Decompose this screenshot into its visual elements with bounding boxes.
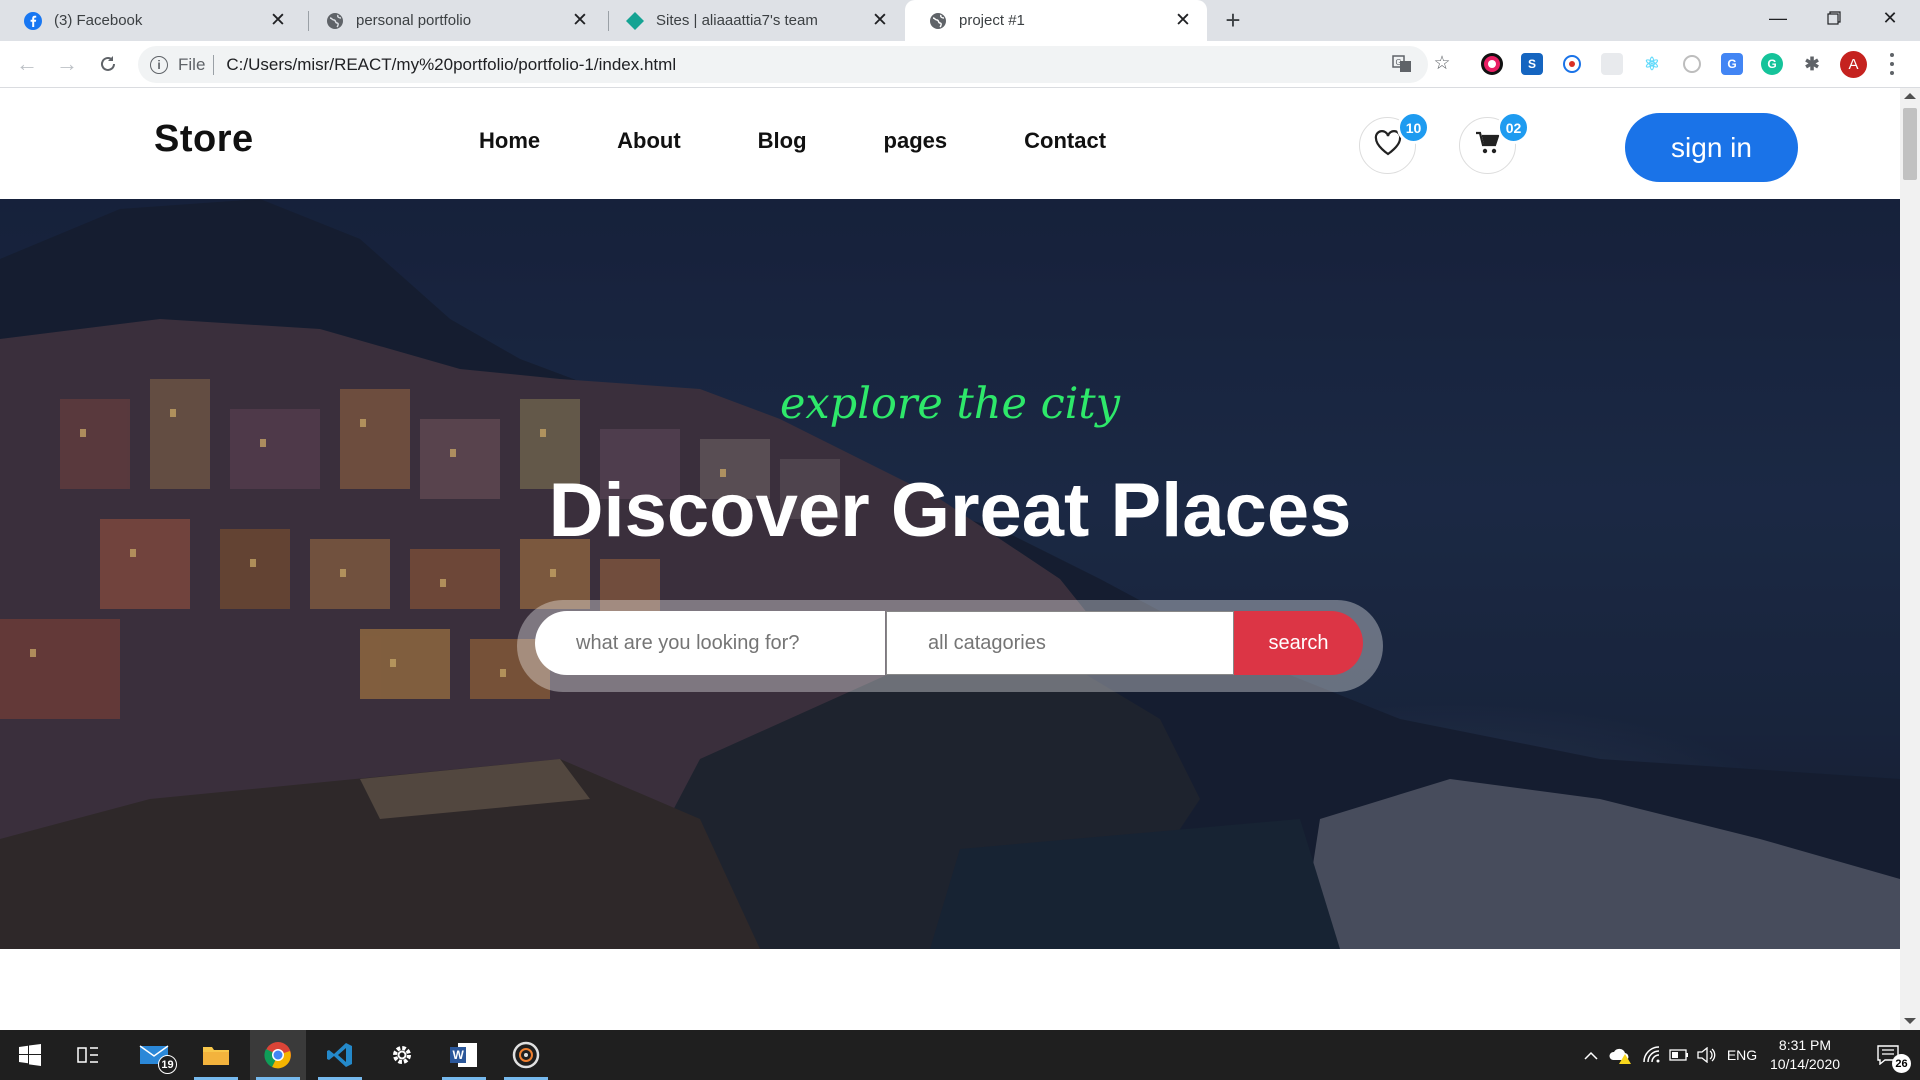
tab-project-1[interactable]: project #1 ✕ xyxy=(905,0,1207,41)
extensions-puzzle-icon[interactable]: ✱ xyxy=(1801,53,1823,75)
info-icon[interactable]: i xyxy=(150,55,168,74)
extension-blank-icon[interactable] xyxy=(1601,53,1623,75)
extension-circle-icon[interactable] xyxy=(1561,53,1583,75)
scroll-down-icon[interactable] xyxy=(1904,1018,1916,1024)
task-view-icon[interactable] xyxy=(60,1030,116,1080)
cart-count-badge: 02 xyxy=(1497,111,1530,144)
grammarly-icon[interactable]: G xyxy=(1761,53,1783,75)
page-scrollbar[interactable] xyxy=(1900,88,1920,1030)
site-header: Store Home About Blog pages Contact 10 0… xyxy=(0,88,1900,199)
url-scheme: File xyxy=(178,54,206,74)
chrome-taskbar-icon[interactable] xyxy=(250,1030,306,1080)
url-divider xyxy=(213,54,215,75)
extension-s-icon[interactable]: S xyxy=(1521,53,1543,75)
show-hidden-icons-icon[interactable] xyxy=(1578,1030,1604,1080)
minimize-icon[interactable]: — xyxy=(1750,0,1806,36)
close-tab-icon[interactable]: ✕ xyxy=(268,10,288,31)
nav-about[interactable]: About xyxy=(617,128,681,154)
obs-recorder-icon[interactable] xyxy=(498,1030,554,1080)
close-window-icon[interactable]: ✕ xyxy=(1862,0,1918,36)
windows-start-icon[interactable] xyxy=(0,1030,60,1080)
tab-title: (3) Facebook xyxy=(54,12,143,29)
nav-contact[interactable]: Contact xyxy=(1024,128,1106,154)
forward-arrow-icon[interactable]: → xyxy=(52,49,82,79)
windows-taskbar: 19 W ENG 8:31 PM 10/14/2020 26 xyxy=(0,1030,1920,1080)
shopping-cart-icon xyxy=(1475,131,1501,160)
notification-count-badge: 26 xyxy=(1892,1054,1911,1073)
search-input[interactable]: what are you looking for? xyxy=(535,611,885,675)
google-translate-extension-icon[interactable]: G xyxy=(1721,53,1743,75)
translate-icon[interactable]: G xyxy=(1391,53,1413,75)
vscode-icon[interactable] xyxy=(312,1030,368,1080)
svg-text:G: G xyxy=(1396,58,1402,67)
extension-clock-icon[interactable] xyxy=(1681,53,1703,75)
mail-icon[interactable]: 19 xyxy=(126,1030,182,1080)
netlify-icon xyxy=(626,11,644,30)
hero-headline: Discover Great Places xyxy=(548,468,1352,553)
scrollbar-thumb[interactable] xyxy=(1903,108,1917,180)
tab-facebook[interactable]: (3) Facebook ✕ xyxy=(0,0,302,41)
clock-date: 10/14/2020 xyxy=(1769,1056,1841,1072)
mail-count-badge: 19 xyxy=(158,1055,177,1074)
extension-color-icon[interactable] xyxy=(1481,53,1503,75)
tab-title: personal portfolio xyxy=(356,12,472,29)
clock-time: 8:31 PM xyxy=(1778,1037,1832,1053)
hero-tagline: explore the city xyxy=(779,379,1121,429)
tab-title: Sites | aliaaattia7's team xyxy=(656,12,818,29)
file-explorer-icon[interactable] xyxy=(188,1030,244,1080)
settings-gear-icon[interactable] xyxy=(374,1030,430,1080)
close-tab-icon[interactable]: ✕ xyxy=(1173,10,1193,31)
word-icon[interactable]: W xyxy=(436,1030,492,1080)
sign-in-button[interactable]: sign in xyxy=(1625,113,1798,182)
nav-blog[interactable]: Blog xyxy=(758,128,807,154)
chrome-menu-icon[interactable] xyxy=(1886,51,1898,77)
profile-avatar[interactable]: A xyxy=(1840,51,1867,78)
back-arrow-icon[interactable]: ← xyxy=(12,49,42,79)
onedrive-warning-icon[interactable] xyxy=(1606,1030,1636,1080)
heart-icon xyxy=(1374,130,1402,161)
tab-personal-portfolio[interactable]: personal portfolio ✕ xyxy=(302,0,604,41)
hero-overlay xyxy=(0,199,1900,949)
input-language[interactable]: ENG xyxy=(1722,1030,1762,1080)
globe-icon xyxy=(326,12,344,30)
browser-toolbar: ← → i File C:/Users/misr/REACT/my%20port… xyxy=(0,41,1920,88)
bookmark-star-icon[interactable]: ☆ xyxy=(1431,52,1453,74)
nav-pages[interactable]: pages xyxy=(884,128,948,154)
tab-netlify-sites[interactable]: Sites | aliaaattia7's team ✕ xyxy=(602,0,904,41)
address-bar[interactable]: i File C:/Users/misr/REACT/my%20portfoli… xyxy=(138,46,1428,83)
url-text[interactable]: C:/Users/misr/REACT/my%20portfolio/portf… xyxy=(226,55,676,75)
cart-button[interactable]: 02 xyxy=(1459,111,1530,174)
system-clock[interactable]: 8:31 PM 10/14/2020 xyxy=(1760,1036,1850,1074)
globe-icon xyxy=(929,12,947,30)
search-button[interactable]: search xyxy=(1234,611,1363,675)
svg-text:W: W xyxy=(453,1048,465,1062)
tab-strip: (3) Facebook ✕ personal portfolio ✕ Site… xyxy=(0,0,1920,41)
site-logo[interactable]: Store xyxy=(154,118,254,161)
wishlist-button[interactable]: 10 xyxy=(1359,111,1430,174)
action-center-icon[interactable]: 26 xyxy=(1860,1030,1916,1080)
hero-section: explore the city Discover Great Places w… xyxy=(0,199,1900,949)
close-tab-icon[interactable]: ✕ xyxy=(570,10,590,31)
close-tab-icon[interactable]: ✕ xyxy=(870,10,890,31)
page-viewport: Store Home About Blog pages Contact 10 0… xyxy=(0,88,1920,1030)
category-select[interactable]: all catagories xyxy=(886,611,1234,675)
battery-icon[interactable] xyxy=(1666,1030,1692,1080)
reload-icon[interactable] xyxy=(93,49,123,79)
nav-home[interactable]: Home xyxy=(479,128,540,154)
react-devtools-icon[interactable]: ⚛ xyxy=(1641,53,1663,75)
tab-title: project #1 xyxy=(959,12,1025,29)
volume-icon[interactable] xyxy=(1692,1030,1720,1080)
wifi-icon[interactable] xyxy=(1638,1030,1666,1080)
wishlist-count-badge: 10 xyxy=(1397,111,1430,144)
main-nav: Home About Blog pages Contact xyxy=(479,128,1183,154)
facebook-icon xyxy=(24,11,42,30)
scroll-up-icon[interactable] xyxy=(1904,93,1916,99)
new-tab-button[interactable]: + xyxy=(1220,7,1246,34)
search-bar: what are you looking for? all catagories… xyxy=(517,600,1383,692)
restore-icon[interactable] xyxy=(1806,0,1862,36)
